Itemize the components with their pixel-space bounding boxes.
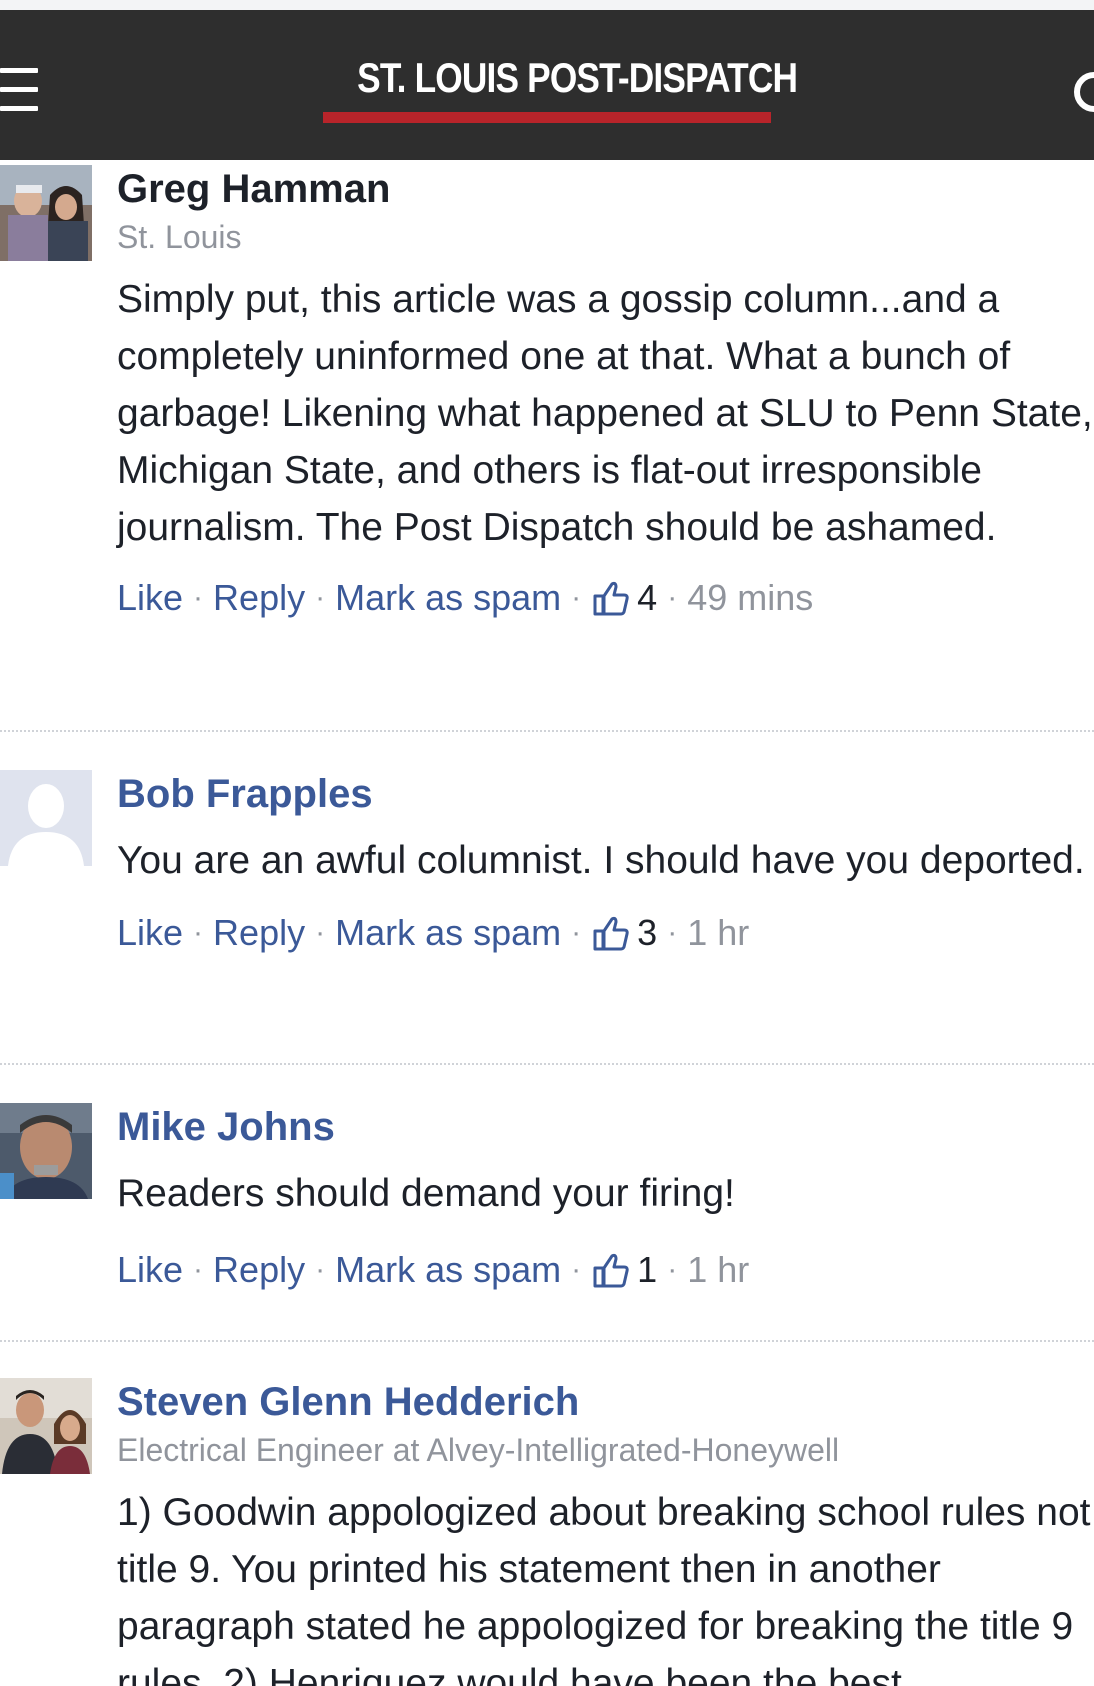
reply-link[interactable]: Reply [213, 1248, 305, 1292]
site-logo[interactable]: ST. LOUIS POST-DISPATCH [321, 52, 798, 126]
comment-author[interactable]: Mike Johns [117, 1103, 1094, 1151]
comment-time[interactable]: 1 hr [687, 911, 749, 955]
separator: · [571, 1253, 582, 1286]
separator: · [193, 1253, 204, 1286]
comment-time[interactable]: 1 hr [687, 1248, 749, 1292]
separator: · [571, 581, 582, 614]
site-header: ST. LOUIS POST-DISPATCH [0, 10, 1094, 160]
comment-actions: Like · Reply · Mark as spam · 4 · 49 min… [117, 576, 1094, 620]
comment: Steven Glenn Hedderich Electrical Engine… [0, 1378, 1094, 1686]
comment-author[interactable]: Bob Frapples [117, 770, 1094, 818]
thumbs-up-icon [591, 578, 631, 618]
comment-body: Bob Frapples You are an awful columnist.… [117, 770, 1094, 955]
logo-text: ST. LOUIS POST-DISPATCH [357, 54, 798, 101]
avatar[interactable] [0, 165, 92, 261]
comment-location: St. Louis [117, 219, 242, 255]
like-link[interactable]: Like [117, 576, 183, 620]
separator: · [315, 916, 326, 949]
comment-text: You are an awful columnist. I should hav… [117, 839, 1085, 882]
separator: · [667, 916, 678, 949]
comment-actions: Like · Reply · Mark as spam · 1 · 1 hr [117, 1248, 1094, 1292]
avatar[interactable] [0, 1103, 92, 1199]
comment-text: Readers should demand your firing! [117, 1172, 735, 1215]
thumbs-up-icon [591, 1250, 631, 1290]
like-link[interactable]: Like [117, 911, 183, 955]
comment-divider [0, 1340, 1094, 1342]
reply-link[interactable]: Reply [213, 576, 305, 620]
comment-actions: Like · Reply · Mark as spam · 3 · 1 hr [117, 911, 1094, 955]
mark-spam-link[interactable]: Mark as spam [335, 576, 561, 620]
comment-body: Mike Johns Readers should demand your fi… [117, 1103, 1094, 1292]
avatar[interactable] [0, 770, 92, 866]
separator: · [571, 916, 582, 949]
comment-author[interactable]: Greg Hamman [117, 165, 1094, 213]
mark-spam-link[interactable]: Mark as spam [335, 911, 561, 955]
thumbs-up-icon [591, 913, 631, 953]
separator: · [667, 1253, 678, 1286]
comment-text: 1) Goodwin appologized about breaking sc… [117, 1491, 1091, 1686]
like-count: 3 [637, 912, 658, 953]
mark-spam-link[interactable]: Mark as spam [335, 1248, 561, 1292]
like-link[interactable]: Like [117, 1248, 183, 1292]
comment-occupation: Electrical Engineer at Alvey-Intelligrat… [117, 1432, 840, 1468]
comment-divider [0, 1063, 1094, 1065]
comment-time[interactable]: 49 mins [687, 576, 813, 620]
search-icon[interactable] [1074, 72, 1094, 112]
status-strip [0, 0, 1094, 10]
avatar[interactable] [0, 1378, 92, 1474]
like-count: 1 [637, 1249, 658, 1290]
separator: · [193, 916, 204, 949]
separator: · [667, 581, 678, 614]
comment-author[interactable]: Steven Glenn Hedderich [117, 1378, 1094, 1426]
separator: · [193, 581, 204, 614]
hamburger-menu-icon[interactable] [0, 68, 40, 114]
comment-divider [0, 730, 1094, 732]
comment-text: Simply put, this article was a gossip co… [117, 278, 1093, 549]
separator: · [315, 1253, 326, 1286]
like-count: 4 [637, 577, 658, 618]
reply-link[interactable]: Reply [213, 911, 305, 955]
separator: · [315, 581, 326, 614]
comment-body: Greg Hamman St. Louis Simply put, this a… [117, 165, 1094, 620]
logo-underline [323, 112, 771, 123]
comment-body: Steven Glenn Hedderich Electrical Engine… [117, 1378, 1094, 1686]
